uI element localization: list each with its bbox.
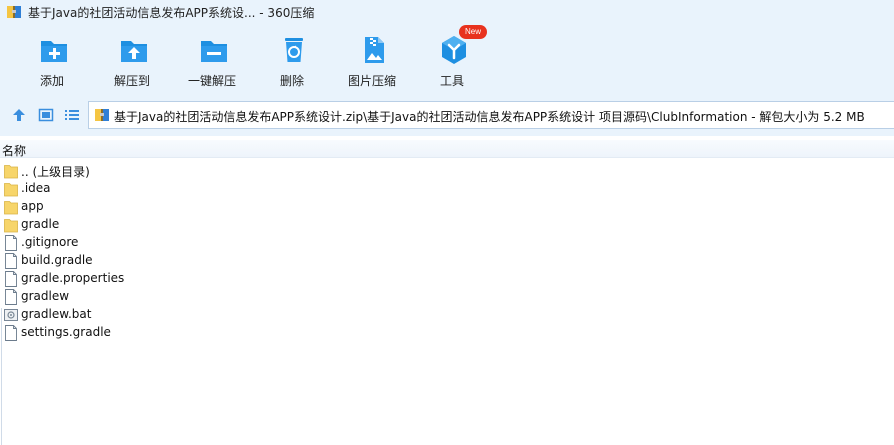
file-list-item[interactable]: gradlew.bat <box>2 306 302 324</box>
add-icon <box>41 41 67 62</box>
file-icon <box>5 271 17 287</box>
file-name: .idea <box>21 181 51 195</box>
file-list-item[interactable]: .. (上级目录) <box>2 162 302 180</box>
tools-button-label: 工具 <box>439 74 464 88</box>
file-icon <box>5 325 17 341</box>
path-address-bar[interactable]: 基于Java的社团活动信息发布APP系统设计.zip\基于Java的社团活动信息… <box>88 101 894 129</box>
file-name: gradle <box>21 217 60 231</box>
file-name: gradlew.bat <box>21 307 92 321</box>
image-compress-button[interactable]: 图片压缩 <box>337 26 407 90</box>
file-name: gradle.properties <box>21 271 125 285</box>
file-list-item[interactable]: settings.gradle <box>2 324 302 342</box>
extract-to-icon <box>121 41 147 62</box>
up-arrow-icon[interactable] <box>11 107 27 123</box>
one-click-extract-button-label: 一键解压 <box>187 74 236 88</box>
one-click-extract-button[interactable]: 一键解压 <box>177 26 247 90</box>
path-text: 基于Java的社团活动信息发布APP系统设计.zip\基于Java的社团活动信息… <box>114 110 865 124</box>
window-chrome: 基于Java的社团活动信息发布APP系统设... - 360压缩 添加 解压到 <box>0 0 894 136</box>
new-badge: New <box>459 25 487 39</box>
file-name: .. (上级目录) <box>21 165 90 179</box>
add-button[interactable]: 添加 <box>17 26 87 90</box>
title-bar: 基于Java的社团活动信息发布APP系统设... - 360压缩 <box>0 0 894 24</box>
file-icon <box>5 289 17 305</box>
tools-button[interactable]: New 工具 <box>417 25 487 90</box>
file-name: app <box>21 199 44 213</box>
window-title: 基于Java的社团活动信息发布APP系统设... - 360压缩 <box>28 6 315 20</box>
delete-button[interactable]: 删除 <box>257 26 327 90</box>
add-button-label: 添加 <box>39 74 64 88</box>
file-list-item[interactable]: app <box>2 198 302 216</box>
file-list-item[interactable]: gradle <box>2 216 302 234</box>
image-compress-button-label: 图片压缩 <box>347 74 396 88</box>
toolbar: 添加 解压到 一键解压 删除 图片压缩 New 工具 <box>0 25 894 92</box>
extract-to-button-label: 解压到 <box>113 74 150 88</box>
file-list: 名称 .. (上级目录) .idea app gradle .gitignore buil… <box>0 136 894 445</box>
column-header-name[interactable]: 名称 <box>0 140 894 158</box>
delete-icon <box>285 38 303 62</box>
file-icon <box>5 235 17 251</box>
divider <box>1 308 2 445</box>
file-list-item[interactable]: .idea <box>2 180 302 198</box>
file-name: gradlew <box>21 289 70 303</box>
file-list-item[interactable]: .gitignore <box>2 234 302 252</box>
delete-button-label: 删除 <box>279 74 304 88</box>
archive-file-icon <box>95 109 109 121</box>
extract-to-button[interactable]: 解压到 <box>97 26 167 90</box>
file-name: build.gradle <box>21 253 93 267</box>
file-name: .gitignore <box>21 235 79 249</box>
archive-app-icon <box>7 6 21 18</box>
list-view-icon[interactable] <box>64 107 80 123</box>
column-header-label: 名称 <box>2 144 27 158</box>
folder-icon <box>4 165 18 179</box>
batch-file-icon <box>4 309 18 321</box>
one-click-extract-icon <box>201 41 227 62</box>
file-icon <box>5 253 17 269</box>
navigation-bar: 基于Java的社团活动信息发布APP系统设计.zip\基于Java的社团活动信息… <box>0 100 894 130</box>
folder-icon <box>4 219 18 233</box>
thumbnail-view-icon[interactable] <box>38 107 54 123</box>
folder-icon <box>4 183 18 197</box>
file-list-item[interactable]: gradle.properties <box>2 270 302 288</box>
folder-icon <box>4 201 18 215</box>
file-list-item[interactable]: build.gradle <box>2 252 302 270</box>
image-compress-icon <box>365 37 384 63</box>
file-list-item[interactable]: gradlew <box>2 288 302 306</box>
file-name: settings.gradle <box>21 325 111 339</box>
